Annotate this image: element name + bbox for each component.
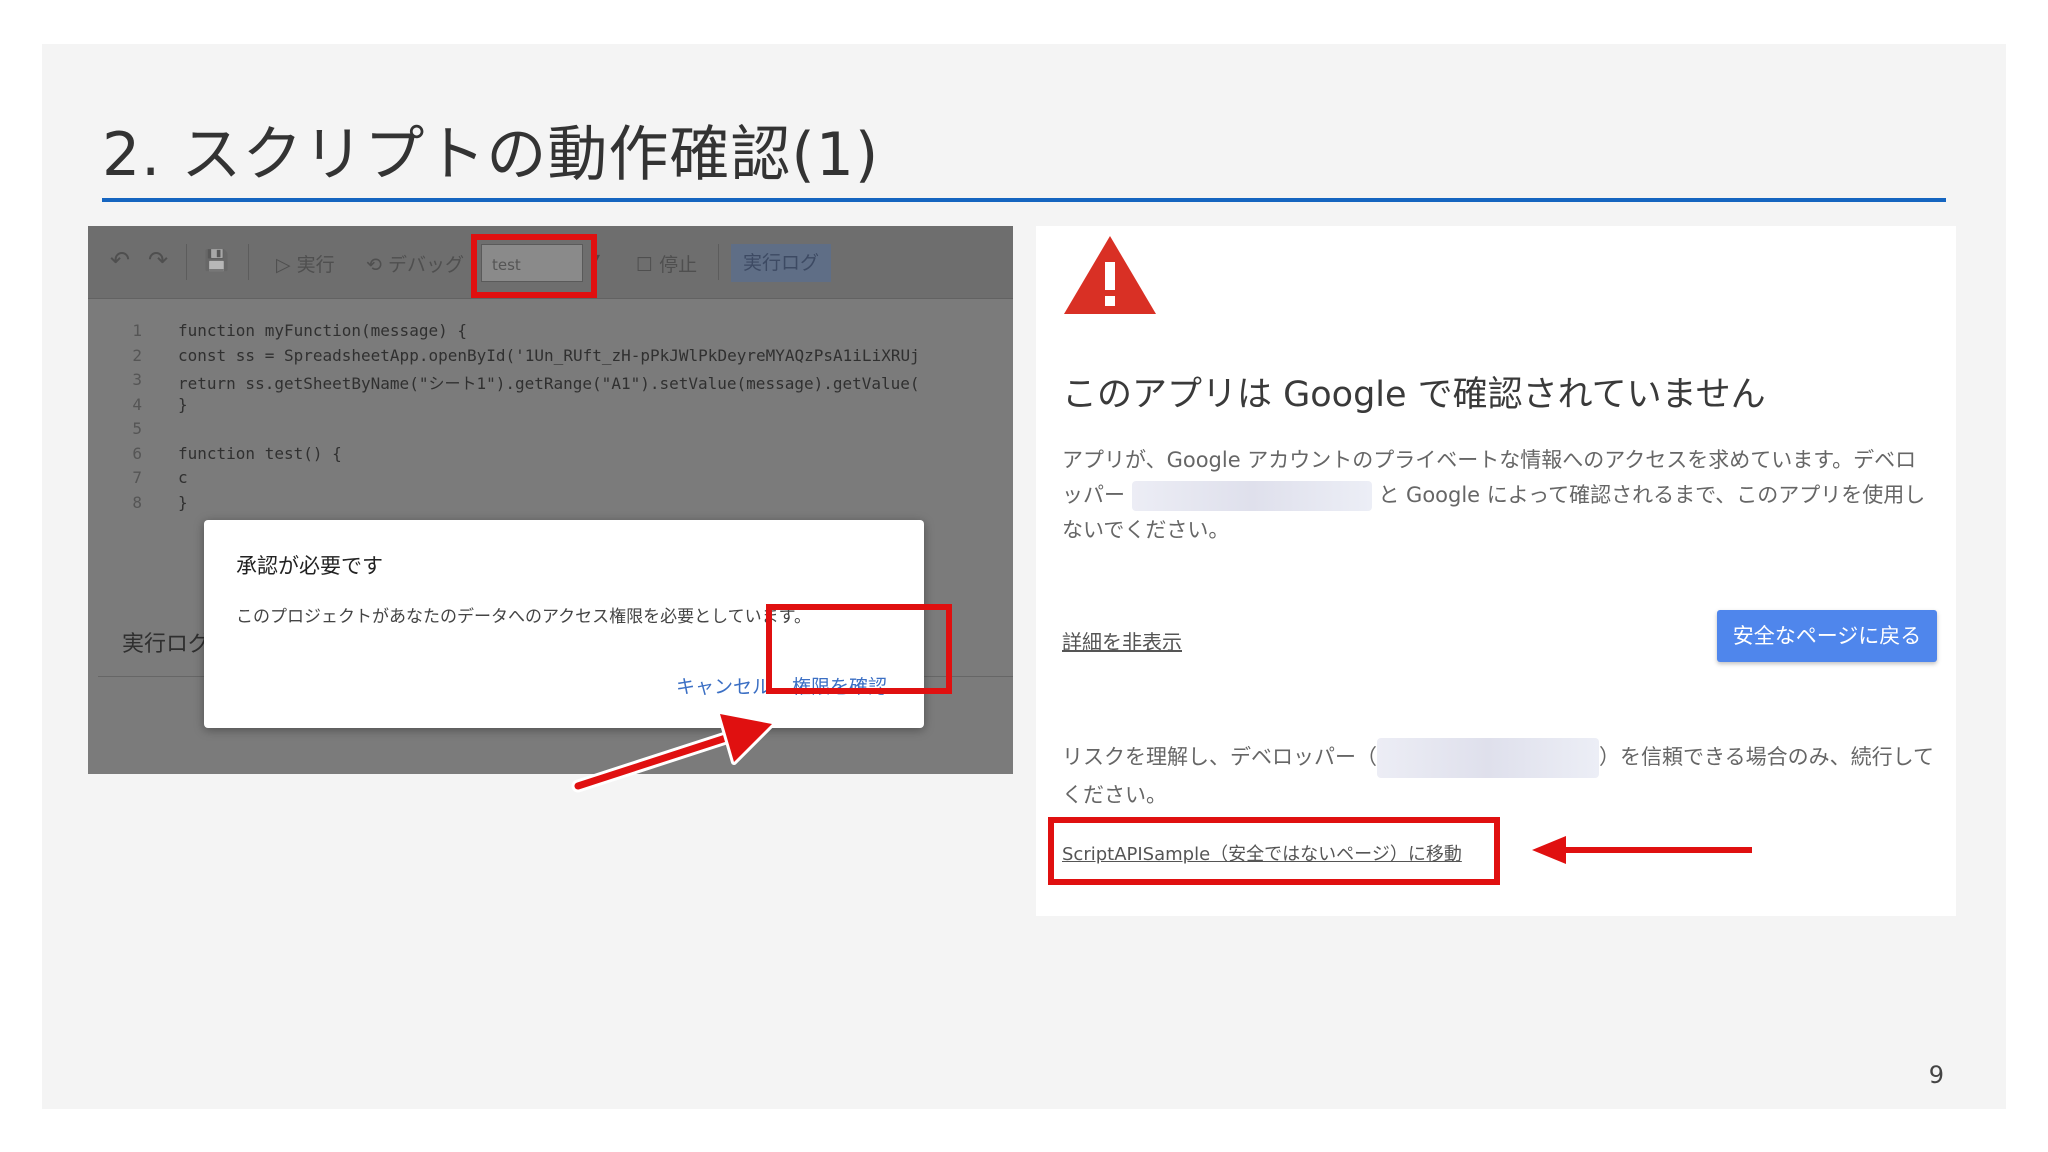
line-number: 8 xyxy=(132,492,142,512)
line-number: 5 xyxy=(132,419,142,438)
annotation-arrow-icon xyxy=(571,711,775,793)
code-text: const ss = SpreadsheetApp.openById('1Un_… xyxy=(178,345,920,365)
line-number: 4 xyxy=(132,394,142,414)
page-number: 9 xyxy=(1928,1061,1944,1089)
dialog-title: 承認が必要です xyxy=(236,554,383,578)
execution-log-button[interactable]: 実行ログ xyxy=(731,244,831,282)
title-underline xyxy=(102,198,1946,202)
debug-button[interactable]: ⟲ デバッグ xyxy=(366,250,464,277)
hide-details-link[interactable]: 詳細を非表示 xyxy=(1062,626,1182,655)
highlight-review-permissions xyxy=(766,604,952,694)
slide: 2. スクリプトの動作確認(1) ↶ ↷ 💾 ▷ 実行 ⟲ デバッグ test … xyxy=(42,44,2006,1109)
run-button[interactable]: ▷ 実行 xyxy=(276,250,335,277)
save-icon[interactable]: 💾 xyxy=(204,248,229,272)
warning-description: アプリが、Google アカウントのプライベートな情報へのアクセスを求めています… xyxy=(1062,443,1932,548)
execution-log-panel-label: 実行ログ xyxy=(122,632,211,657)
line-number: 3 xyxy=(132,370,142,389)
stop-button[interactable]: ☐ 停止 xyxy=(636,250,697,277)
goto-unsafe-page-link[interactable]: ScriptAPISample（安全ではないページ）に移動 xyxy=(1062,840,1462,866)
dialog-message: このプロジェクトがあなたのデータへのアクセス権限を必要としています。 xyxy=(236,607,811,627)
warning-title: このアプリは Google で確認されていません xyxy=(1062,375,1766,415)
code-text: function myFunction(message) { xyxy=(178,321,467,340)
toolbar-divider xyxy=(248,244,249,280)
code-text: function test() { xyxy=(178,443,342,463)
redacted-developer-email xyxy=(1131,481,1372,511)
line-number: 2 xyxy=(132,345,142,365)
toolbar-divider xyxy=(718,244,719,280)
slide-title: 2. スクリプトの動作確認(1) xyxy=(102,120,880,190)
redacted-developer-name xyxy=(1377,738,1599,778)
back-to-safety-button[interactable]: 安全なページに戻る xyxy=(1717,610,1937,662)
code-text: return ss.getSheetByName("シート1").getRang… xyxy=(178,374,920,393)
warning-icon xyxy=(1064,236,1156,314)
code-text: c xyxy=(178,468,188,487)
risk-notice: リスクを理解し、デベロッパー（ ）を信頼できる場合のみ、続行してください。 xyxy=(1062,738,1942,812)
stop-icon: ☐ xyxy=(636,254,660,276)
line-number: 7 xyxy=(132,468,142,487)
stop-label: 停止 xyxy=(659,254,698,276)
line-number: 6 xyxy=(132,443,142,463)
unverified-app-warning-screenshot: このアプリは Google で確認されていません アプリが、Google アカウ… xyxy=(1036,226,1956,916)
risk-notice-part1: リスクを理解し、デベロッパー（ xyxy=(1062,745,1377,769)
line-number: 1 xyxy=(132,321,142,340)
toolbar-divider xyxy=(186,244,187,280)
undo-icon[interactable]: ↶ xyxy=(110,246,130,274)
highlight-function-select xyxy=(471,234,597,298)
code-text: } xyxy=(178,492,188,512)
annotation-arrow-icon xyxy=(1532,836,1752,864)
code-text: } xyxy=(178,394,188,414)
redo-icon[interactable]: ↷ xyxy=(148,246,168,274)
